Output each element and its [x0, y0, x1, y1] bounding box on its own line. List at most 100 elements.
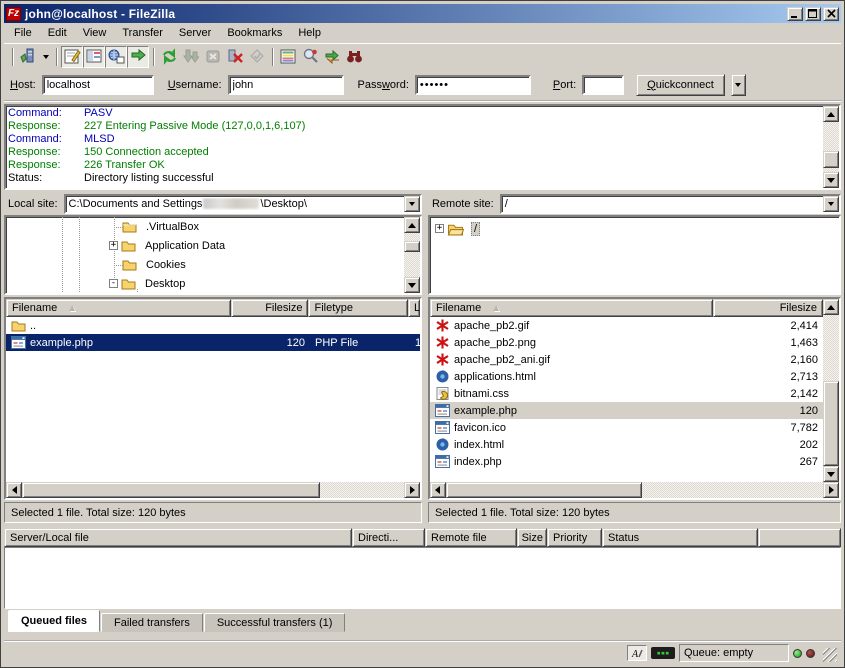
tree-item-desktop[interactable]: - Desktop	[109, 275, 187, 292]
log-vertical-scrollbar[interactable]	[823, 106, 839, 188]
tree-item-application-data[interactable]: + Application Data	[109, 237, 227, 254]
column-header-size[interactable]: Size	[517, 528, 547, 547]
remote-list-rows[interactable]: apache_pb2.gif 2,414 apache_pb2.png 1,46…	[430, 317, 823, 482]
local-tree-area[interactable]: .VirtualBox + Application Data Cookies -	[6, 217, 404, 293]
refresh-button[interactable]	[158, 46, 180, 68]
scroll-left-button[interactable]	[430, 482, 446, 498]
column-header-server-local-file[interactable]: Server/Local file	[4, 528, 352, 547]
column-header-filesize[interactable]: Filesize	[231, 299, 309, 317]
port-input[interactable]	[582, 75, 624, 95]
find-files-button[interactable]	[343, 46, 365, 68]
file-row-example-php[interactable]: example.php 120 PHP File 1	[6, 334, 420, 351]
scrollbar-track[interactable]	[823, 315, 839, 466]
quickconnect-dropdown-button[interactable]	[731, 74, 746, 96]
file-row[interactable]: index.html 202	[430, 436, 823, 453]
column-header-filesize[interactable]: Filesize	[713, 299, 823, 317]
remote-site-combo[interactable]: /	[500, 194, 841, 214]
resize-grip[interactable]	[823, 648, 837, 662]
scrollbar-thumb[interactable]	[823, 151, 839, 168]
toggle-transfer-queue-button[interactable]	[127, 46, 149, 68]
file-row-selected[interactable]: example.php 120	[430, 402, 823, 419]
column-header-priority[interactable]: Priority	[547, 528, 602, 547]
scroll-right-button[interactable]	[404, 482, 420, 498]
tab-successful-transfers[interactable]: Successful transfers (1)	[204, 613, 346, 632]
remote-site-dropdown-button[interactable]	[823, 196, 839, 212]
tree-item-cookies[interactable]: Cookies	[122, 256, 188, 273]
menu-transfer[interactable]: Transfer	[114, 25, 171, 41]
file-row[interactable]: bitnami.css 2,142	[430, 385, 823, 402]
file-row-parent-dir[interactable]: ..	[6, 317, 420, 334]
local-tree-vertical-scrollbar[interactable]	[404, 217, 420, 293]
synchronized-browsing-button[interactable]	[321, 46, 343, 68]
scrollbar-thumb[interactable]	[823, 381, 839, 466]
local-list-rows[interactable]: .. example.php 120 PHP File 1	[6, 317, 420, 482]
tab-queued-files[interactable]: Queued files	[8, 610, 100, 632]
menu-file[interactable]: File	[6, 25, 40, 41]
minimize-button[interactable]	[787, 7, 803, 21]
file-row[interactable]: applications.html 2,713	[430, 368, 823, 385]
tree-item-virtualbox[interactable]: .VirtualBox	[122, 218, 201, 235]
column-header-lastmodified[interactable]: L	[408, 299, 420, 317]
expand-plus-icon[interactable]: +	[435, 224, 444, 233]
scrollbar-track[interactable]	[823, 122, 839, 172]
scrollbar-thumb[interactable]	[404, 241, 420, 252]
remote-list-vertical-scrollbar[interactable]	[823, 299, 839, 482]
password-input[interactable]	[415, 75, 531, 95]
scroll-right-button[interactable]	[823, 482, 839, 498]
expand-plus-icon[interactable]: +	[109, 241, 118, 250]
file-row[interactable]: apache_pb2.png 1,463	[430, 334, 823, 351]
toggle-remote-tree-button[interactable]	[105, 46, 127, 68]
file-row[interactable]: apache_pb2_ani.gif 2,160	[430, 351, 823, 368]
remote-list-horizontal-scrollbar[interactable]	[430, 482, 839, 498]
column-header-filename[interactable]: Filename▲	[6, 299, 231, 317]
column-header-filetype[interactable]: Filetype	[308, 299, 408, 317]
site-manager-button[interactable]	[17, 46, 39, 68]
scroll-up-button[interactable]	[404, 217, 420, 233]
filename-filters-button[interactable]	[299, 46, 321, 68]
scrollbar-thumb[interactable]	[22, 482, 320, 498]
column-header-remote-file[interactable]: Remote file	[425, 528, 517, 547]
tab-failed-transfers[interactable]: Failed transfers	[101, 613, 203, 632]
local-site-dropdown-button[interactable]	[404, 196, 420, 212]
scrollbar-track[interactable]	[22, 482, 404, 498]
queue-body[interactable]	[4, 547, 841, 609]
scrollbar-thumb[interactable]	[446, 482, 642, 498]
username-input[interactable]	[228, 75, 344, 95]
quickconnect-button[interactable]: Quickconnect	[636, 74, 725, 96]
remote-tree-area[interactable]: + /	[430, 217, 839, 293]
scroll-up-button[interactable]	[823, 106, 839, 122]
scrollbar-track[interactable]	[446, 482, 823, 498]
data-type-indicator-icon[interactable]: A	[627, 645, 647, 661]
menu-bookmarks[interactable]: Bookmarks	[219, 25, 290, 41]
collapse-minus-icon[interactable]: -	[109, 279, 118, 288]
scroll-up-button[interactable]	[823, 299, 839, 315]
scroll-down-button[interactable]	[404, 277, 420, 293]
file-row[interactable]: favicon.ico 7,782	[430, 419, 823, 436]
column-header-filename[interactable]: Filename▲	[430, 299, 713, 317]
file-row[interactable]: index.php 267	[430, 453, 823, 470]
toggle-local-tree-button[interactable]	[83, 46, 105, 68]
scrollbar-track[interactable]	[404, 233, 420, 277]
menu-help[interactable]: Help	[290, 25, 329, 41]
local-list-horizontal-scrollbar[interactable]	[6, 482, 420, 498]
host-input[interactable]	[42, 75, 154, 95]
tree-item-root[interactable]: + /	[435, 220, 480, 237]
column-header-direction[interactable]: Directi...	[352, 528, 425, 547]
menu-edit[interactable]: Edit	[40, 25, 75, 41]
menu-view[interactable]: View	[75, 25, 115, 41]
file-row[interactable]: apache_pb2.gif 2,414	[430, 317, 823, 334]
toggle-message-log-button[interactable]	[61, 46, 83, 68]
reconnect-button[interactable]	[246, 46, 268, 68]
menu-server[interactable]: Server	[171, 25, 219, 41]
scroll-left-button[interactable]	[6, 482, 22, 498]
scroll-down-button[interactable]	[823, 172, 839, 188]
maximize-button[interactable]	[805, 7, 821, 21]
cancel-operation-button[interactable]	[202, 46, 224, 68]
process-queue-button[interactable]	[180, 46, 202, 68]
disconnect-button[interactable]	[224, 46, 246, 68]
close-button[interactable]	[823, 7, 839, 21]
scroll-down-button[interactable]	[823, 466, 839, 482]
directory-comparison-button[interactable]	[277, 46, 299, 68]
local-site-combo[interactable]: C:\Documents and Settings\Desktop\	[64, 194, 422, 214]
column-header-status[interactable]: Status	[602, 528, 758, 547]
